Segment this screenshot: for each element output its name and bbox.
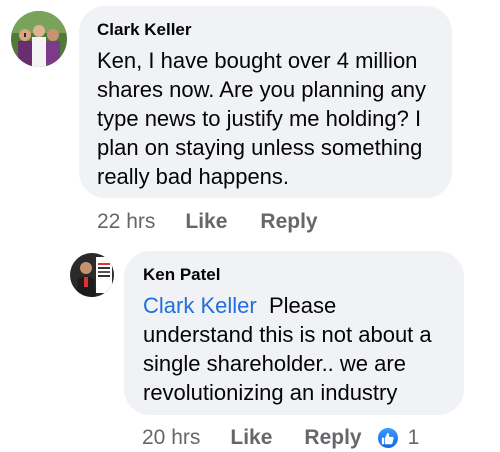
reply-bubble: Ken Patel Clark Keller Please understand…	[124, 251, 464, 415]
comment-like-button[interactable]: Like	[185, 210, 227, 234]
thumbs-up-icon	[375, 426, 400, 450]
profile-photo-icon	[11, 11, 67, 67]
reply-reply-button[interactable]: Reply	[304, 426, 361, 450]
reply-mention-link[interactable]: Clark Keller	[143, 293, 257, 318]
reply-text-block: Clark Keller Please understand this is n…	[143, 291, 448, 407]
comment-timestamp[interactable]: 22 hrs	[97, 210, 155, 234]
comment-text: Ken, I have bought over 4 million shares…	[97, 48, 427, 189]
reply-actions: 20 hrs Like Reply 1	[142, 424, 419, 452]
reply-author[interactable]: Ken Patel	[143, 265, 448, 285]
reply-timestamp[interactable]: 20 hrs	[142, 426, 200, 450]
avatar-ken-patel[interactable]	[70, 253, 114, 297]
comment-actions: 22 hrs Like Reply	[97, 208, 318, 236]
comment-bubble: Clark Keller Ken, I have bought over 4 m…	[79, 6, 452, 198]
profile-photo-icon	[70, 253, 114, 297]
reply-reactions[interactable]: 1	[375, 426, 420, 450]
comment-author[interactable]: Clark Keller	[97, 20, 432, 40]
reply-like-button[interactable]: Like	[230, 426, 272, 450]
comment-reply-button[interactable]: Reply	[260, 210, 317, 234]
avatar-clark-keller[interactable]	[11, 11, 67, 67]
reaction-count: 1	[407, 426, 420, 449]
